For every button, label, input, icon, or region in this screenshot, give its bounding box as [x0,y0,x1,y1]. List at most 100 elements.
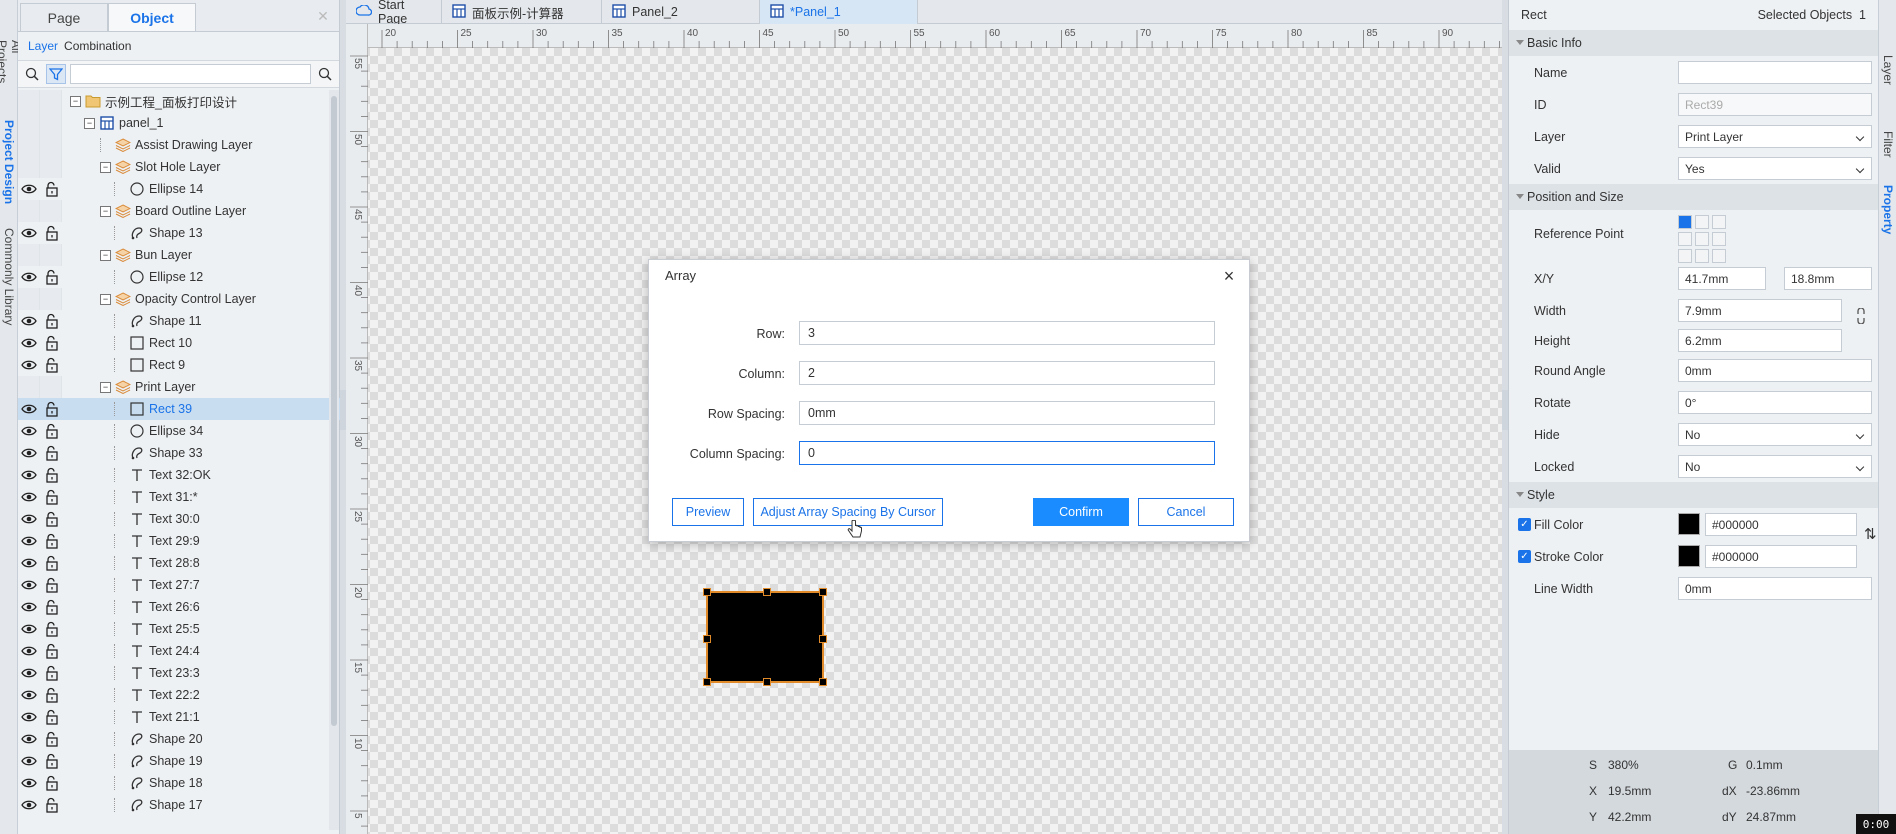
unlock-icon[interactable] [44,269,60,285]
reference-point-grid[interactable] [1678,215,1730,265]
eye-icon[interactable] [21,357,37,373]
unlock-icon[interactable] [44,797,60,813]
vtab-project-design[interactable]: Project Design [0,116,18,208]
resize-handle-ne[interactable] [819,588,827,596]
tree-row[interactable]: Shape 13 [18,222,340,244]
tree-row[interactable]: Rect 9 [18,354,340,376]
subtab-combination[interactable]: Combination [64,39,131,53]
unlock-icon[interactable] [44,423,60,439]
y-input[interactable]: 18.8mm [1784,267,1872,290]
resize-handle-e[interactable] [819,635,827,643]
collapse-icon[interactable]: − [100,381,111,393]
eye-icon[interactable] [21,225,37,241]
tree-row[interactable]: Assist Drawing Layer [18,134,340,156]
reference-point-cell[interactable] [1712,249,1726,263]
section-style[interactable]: Style [1509,482,1878,508]
unlock-icon[interactable] [44,225,60,241]
eye-icon[interactable] [21,335,37,351]
fill-color-input[interactable]: #000000 [1705,513,1857,536]
vtab-all-projects[interactable]: All Projects [0,40,23,100]
reference-point-cell[interactable] [1695,215,1709,229]
unlock-icon[interactable] [44,511,60,527]
tree-row[interactable]: Shape 17 [18,794,340,816]
panel-close-icon[interactable]: ✕ [313,6,333,26]
unlock-icon[interactable] [44,687,60,703]
unlock-icon[interactable] [44,577,60,593]
unlock-icon[interactable] [44,775,60,791]
unlock-icon[interactable] [44,555,60,571]
tree-search-input[interactable] [70,64,311,84]
vtab-layer[interactable]: Layer [1879,50,1896,90]
tree-row[interactable]: − Print Layer [18,376,340,398]
unlock-icon[interactable] [44,313,60,329]
resize-handle-sw[interactable] [703,678,711,686]
tree-row[interactable]: Shape 20 [18,728,340,750]
property-select[interactable]: Print Layer [1678,125,1872,148]
fill-color-swatch[interactable] [1678,513,1700,535]
eye-icon[interactable] [21,555,37,571]
eye-icon[interactable] [21,797,37,813]
eye-icon[interactable] [21,533,37,549]
vtab-property[interactable]: Property [1879,180,1896,240]
reference-point-cell[interactable] [1712,215,1726,229]
eye-icon[interactable] [21,313,37,329]
doc-tab[interactable]: Start Page [346,0,442,26]
unlock-icon[interactable] [44,665,60,681]
unlock-icon[interactable] [44,533,60,549]
eye-icon[interactable] [21,753,37,769]
reference-point-cell[interactable] [1712,232,1726,246]
search-submit-icon[interactable] [315,64,335,84]
eye-icon[interactable] [21,445,37,461]
scrollbar-thumb[interactable] [331,96,337,726]
preview-button[interactable]: Preview [672,498,744,526]
eye-icon[interactable] [21,401,37,417]
tree-row[interactable]: − Bun Layer [18,244,340,266]
tree-row[interactable]: Text 23:3 [18,662,340,684]
unlock-icon[interactable] [44,621,60,637]
tree-row[interactable]: Text 31:* [18,486,340,508]
collapse-icon[interactable]: − [70,95,81,107]
reference-point-cell[interactable] [1678,249,1692,263]
doc-tab[interactable]: 面板示例-计算器 [442,0,602,24]
row-spacing-input[interactable] [799,401,1215,425]
eye-icon[interactable] [21,687,37,703]
tree-row[interactable]: − Opacity Control Layer [18,288,340,310]
unlock-icon[interactable] [44,489,60,505]
tree-row[interactable]: − Board Outline Layer [18,200,340,222]
tree-row[interactable]: Shape 19 [18,750,340,772]
tree-row[interactable]: Shape 18 [18,772,340,794]
height-input[interactable]: 6.2mm [1678,329,1842,352]
property-select[interactable]: Yes [1678,157,1872,180]
eye-icon[interactable] [21,269,37,285]
property-select[interactable]: No [1678,455,1872,478]
tree-row[interactable]: Text 28:8 [18,552,340,574]
tree-row[interactable]: Text 21:1 [18,706,340,728]
doc-tab[interactable]: *Panel_1 [760,0,918,24]
x-input[interactable]: 41.7mm [1678,267,1766,290]
column-input[interactable] [799,361,1215,385]
collapse-icon[interactable]: − [100,205,111,217]
tree-row[interactable]: Ellipse 12 [18,266,340,288]
section-basic-info[interactable]: Basic Info [1509,30,1878,56]
stroke-color-checkbox[interactable]: ✓ [1518,550,1531,563]
fill-color-checkbox[interactable]: ✓ [1518,518,1531,531]
property-input[interactable]: 0° [1678,391,1872,414]
eye-icon[interactable] [21,181,37,197]
dialog-close-icon[interactable]: × [1219,266,1239,286]
unlock-icon[interactable] [44,401,60,417]
reference-point-cell[interactable] [1678,232,1692,246]
line-width-input[interactable]: 0mm [1678,577,1872,600]
tab-page[interactable]: Page [20,3,108,31]
eye-icon[interactable] [21,731,37,747]
tab-object[interactable]: Object [108,3,196,31]
eye-icon[interactable] [21,643,37,659]
tree-row[interactable]: Ellipse 14 [18,178,340,200]
tree-row[interactable]: Text 30:0 [18,508,340,530]
width-input[interactable]: 7.9mm [1678,299,1842,322]
cancel-button[interactable]: Cancel [1138,498,1234,526]
eye-icon[interactable] [21,665,37,681]
eye-icon[interactable] [21,423,37,439]
collapse-icon[interactable]: − [84,117,95,129]
reference-point-cell[interactable] [1695,232,1709,246]
tree-row[interactable]: Text 26:6 [18,596,340,618]
